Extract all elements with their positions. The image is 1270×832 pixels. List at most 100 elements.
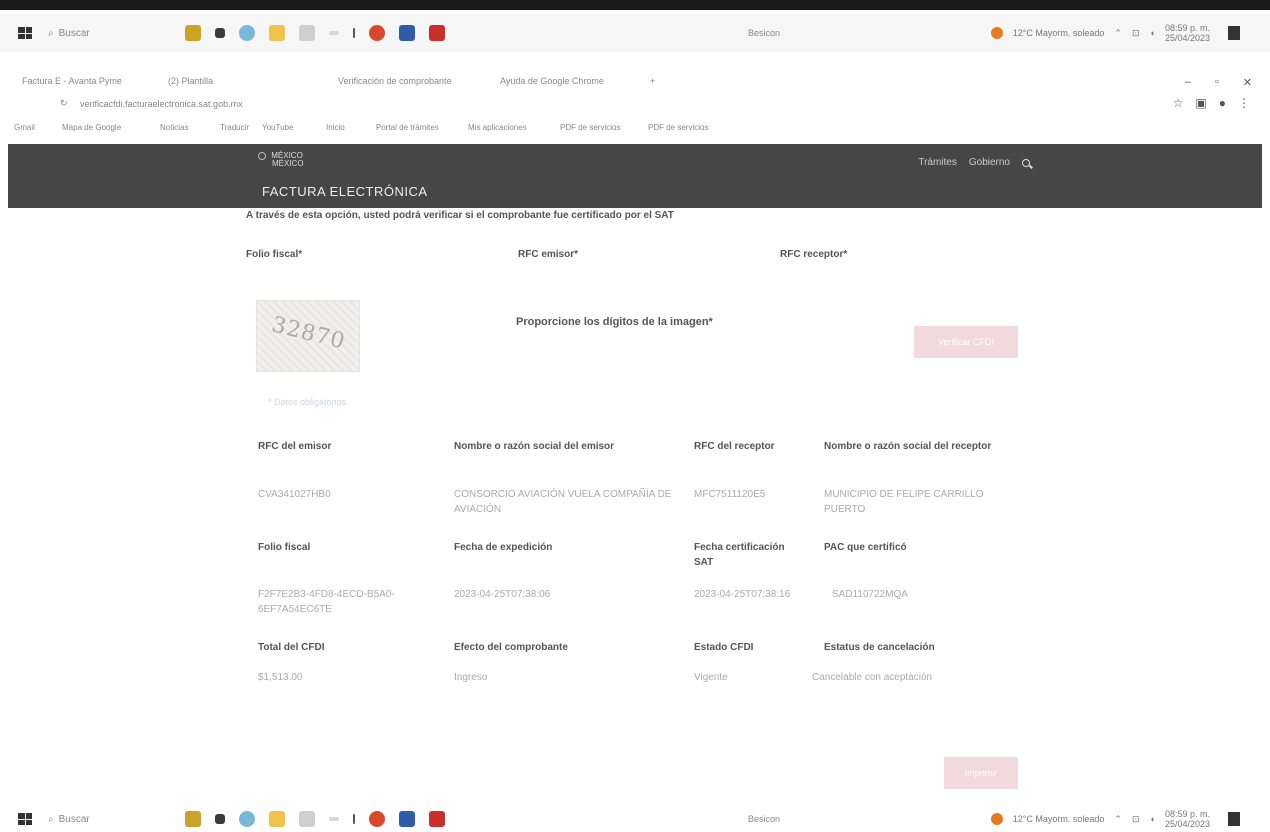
divider-icon bbox=[353, 28, 355, 38]
result-header: RFC del emisor bbox=[258, 441, 332, 452]
mail-icon[interactable] bbox=[329, 31, 339, 35]
result-value: Ingreso bbox=[454, 672, 488, 683]
search-icon: ⌕ bbox=[48, 813, 54, 825]
bookmark-item[interactable]: Mapa de Google bbox=[62, 123, 121, 132]
site-header: MÉXICO MÉXICO Trámites Gobierno FACTURA … bbox=[8, 144, 1262, 208]
search-icon[interactable] bbox=[1022, 158, 1030, 167]
network-icon[interactable]: ⊡ bbox=[1132, 814, 1140, 825]
print-button[interactable]: Imprimir bbox=[944, 757, 1018, 789]
acrobat-icon[interactable] bbox=[429, 25, 445, 41]
nav-tramites[interactable]: Trámites bbox=[918, 157, 957, 168]
tab-plantilla[interactable]: (2) Plantilla bbox=[168, 76, 213, 86]
bookmark-item[interactable]: Mis aplicaciones bbox=[468, 123, 527, 132]
file-explorer-icon[interactable] bbox=[269, 25, 285, 41]
captcha-image: 32870 bbox=[256, 300, 360, 372]
result-header: Fecha de expedición bbox=[454, 542, 553, 553]
task-view-icon[interactable] bbox=[215, 814, 225, 824]
result-value: F2F7E2B3-4FD8-4ECD-B5A0-6EF7A54EC6TE bbox=[258, 589, 395, 615]
header-nav: Trámites Gobierno bbox=[918, 157, 1030, 168]
extensions-icon[interactable]: ▣ bbox=[1195, 96, 1206, 110]
store-icon[interactable] bbox=[299, 811, 315, 827]
bookmark-item[interactable]: YouTube bbox=[262, 123, 293, 132]
verify-cfdi-button[interactable]: Verificar CFDI bbox=[914, 326, 1018, 358]
edge-icon[interactable] bbox=[239, 811, 255, 827]
photos-icon[interactable] bbox=[399, 811, 415, 827]
close-icon[interactable]: ✕ bbox=[1243, 76, 1252, 89]
result-header: Nombre o razón social del receptor bbox=[824, 441, 992, 452]
captcha-prompt: Proporcione los dígitos de la imagen* bbox=[516, 316, 713, 328]
bookmark-item[interactable]: Noticias bbox=[160, 123, 188, 132]
weather-text[interactable]: 12°C Mayorm. soleado bbox=[1013, 814, 1105, 824]
acrobat-icon[interactable] bbox=[429, 811, 445, 827]
tab-ayuda[interactable]: Ayuda de Google Chrome bbox=[500, 76, 604, 86]
taskbar-apps bbox=[185, 25, 445, 41]
system-tray: 12°C Mayorm. soleado ⌃ ⊡ ◖ 08:59 p. m. 2… bbox=[990, 23, 1240, 43]
notification-icon[interactable] bbox=[1228, 812, 1240, 826]
result-value: $1,513.00 bbox=[258, 672, 303, 683]
minimize-icon[interactable]: – bbox=[1185, 76, 1191, 89]
result-header: Fecha certificación SAT bbox=[694, 542, 785, 568]
taskbar-apps bbox=[185, 811, 445, 827]
windows-start-icon[interactable] bbox=[18, 813, 32, 825]
result-value: MUNICIPIO DE FELIPE CARRILLO PUERTO bbox=[824, 489, 984, 515]
gobierno-logo[interactable]: MÉXICO MÉXICO bbox=[258, 152, 304, 168]
result-value: Cancelable con aceptación bbox=[812, 672, 933, 683]
bookmark-item[interactable]: PDF de servicios bbox=[648, 123, 708, 132]
star-icon[interactable]: ☆ bbox=[1173, 96, 1184, 110]
tab-factura[interactable]: Factura E - Avanta Pyme bbox=[22, 76, 122, 86]
folio-fiscal-label: Folio fiscal* bbox=[246, 249, 303, 260]
new-tab-icon[interactable]: + bbox=[650, 76, 655, 86]
bookmarks-bar: Gmail Mapa de Google Noticias Traducir Y… bbox=[0, 120, 1270, 138]
result-value: MFC7511120E5 bbox=[694, 489, 766, 500]
network-icon[interactable]: ⊡ bbox=[1132, 28, 1140, 39]
taskbar-search[interactable]: ⌕ Buscar bbox=[48, 28, 90, 39]
rfc-receptor-label: RFC receptor* bbox=[780, 249, 848, 260]
reload-icon[interactable]: ↻ bbox=[60, 98, 68, 109]
taskbar-center-label: Besicon bbox=[748, 814, 781, 824]
nav-gobierno[interactable]: Gobierno bbox=[969, 157, 1010, 168]
chrome-icon[interactable] bbox=[369, 811, 385, 827]
window-controls: – ▫ ✕ bbox=[1185, 76, 1252, 89]
mail-icon[interactable] bbox=[329, 817, 339, 821]
weather-text[interactable]: 12°C Mayorm. soleado bbox=[1013, 28, 1105, 38]
profile-icon[interactable]: ● bbox=[1219, 96, 1226, 110]
address-bar[interactable]: verificacfdi.facturaelectronica.sat.gob.… bbox=[80, 99, 243, 109]
volume-icon[interactable]: ◖ bbox=[1150, 814, 1155, 824]
weather-icon bbox=[990, 813, 1003, 825]
people-app-icon[interactable] bbox=[185, 25, 201, 41]
people-app-icon[interactable] bbox=[185, 811, 201, 827]
intro-text: A través de esta opción, usted podrá ver… bbox=[246, 210, 674, 221]
edge-icon[interactable] bbox=[239, 25, 255, 41]
result-header: Estado CFDI bbox=[694, 642, 754, 653]
tab-verificacion[interactable]: Verificación de comprobante bbox=[338, 76, 452, 86]
system-tray: 12°C Mayorm. soleado ⌃ ⊡ ◖ 08:59 p. m. 2… bbox=[990, 809, 1240, 829]
bookmark-item[interactable]: Gmail bbox=[14, 123, 35, 132]
file-explorer-icon[interactable] bbox=[269, 811, 285, 827]
bookmark-item[interactable]: Portal de trámites bbox=[376, 123, 439, 132]
maximize-icon[interactable]: ▫ bbox=[1215, 76, 1219, 89]
store-icon[interactable] bbox=[299, 25, 315, 41]
taskbar-bottom: ⌕ Buscar Besicon 12°C Mayorm. soleado ⌃ … bbox=[0, 806, 1270, 832]
bookmark-item[interactable]: PDF de servicios bbox=[560, 123, 620, 132]
clock[interactable]: 08:59 p. m. 25/04/2023 bbox=[1165, 23, 1210, 43]
required-fields-note: * Datos obligatorios bbox=[268, 397, 347, 407]
top-strip bbox=[0, 0, 1270, 10]
volume-icon[interactable]: ◖ bbox=[1150, 28, 1155, 38]
bookmark-item[interactable]: Inicio bbox=[326, 123, 345, 132]
task-view-icon[interactable] bbox=[215, 28, 225, 38]
result-header: RFC del receptor bbox=[694, 441, 775, 452]
bookmark-item[interactable]: Traducir bbox=[220, 123, 249, 132]
taskbar-center-label: Besicon bbox=[748, 28, 781, 38]
windows-start-icon[interactable] bbox=[18, 27, 32, 39]
chrome-icon[interactable] bbox=[369, 25, 385, 41]
menu-icon[interactable]: ⋮ bbox=[1238, 96, 1250, 110]
chevron-up-icon[interactable]: ⌃ bbox=[1114, 814, 1122, 825]
photos-icon[interactable] bbox=[399, 25, 415, 41]
taskbar-search[interactable]: ⌕ Buscar bbox=[48, 814, 90, 825]
chevron-up-icon[interactable]: ⌃ bbox=[1114, 28, 1122, 39]
notification-icon[interactable] bbox=[1228, 26, 1240, 40]
result-header: Efecto del comprobante bbox=[454, 642, 568, 653]
clock[interactable]: 08:59 p. m. 25/04/2023 bbox=[1165, 809, 1210, 829]
result-header: Total del CFDI bbox=[258, 642, 325, 653]
divider-icon bbox=[353, 814, 355, 824]
